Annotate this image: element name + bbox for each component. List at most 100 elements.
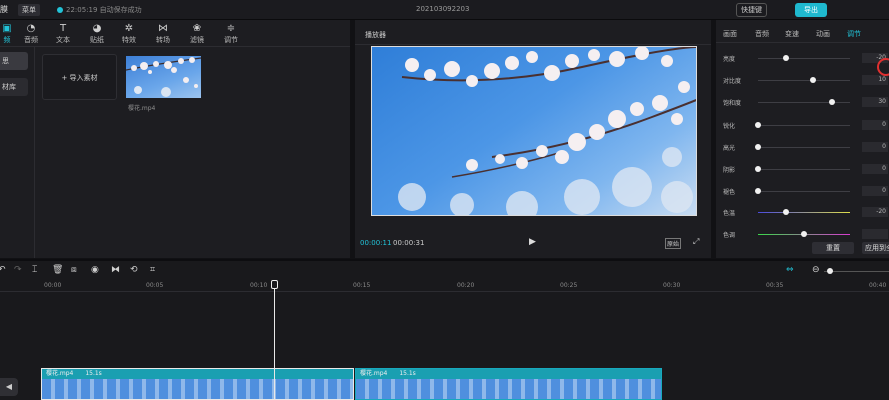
tool-label: 转场 bbox=[156, 36, 170, 44]
reset-button[interactable]: 重置 bbox=[812, 242, 854, 254]
divider bbox=[34, 46, 35, 258]
menu-button[interactable]: 菜单 bbox=[18, 4, 40, 16]
tab-picture[interactable]: 画面 bbox=[723, 29, 737, 39]
slider-track[interactable] bbox=[758, 191, 850, 192]
tool-label: 调节 bbox=[224, 36, 238, 44]
slider-label: 阴影 bbox=[723, 167, 736, 174]
ruler-tick: 00:00 bbox=[44, 282, 62, 289]
rotate-icon[interactable]: ⟲ bbox=[130, 265, 138, 275]
ruler-tick: 00:40 bbox=[869, 282, 887, 289]
transition-icon: ⋈ bbox=[158, 23, 168, 34]
slider-label: 饱和度 bbox=[723, 100, 742, 107]
filter-icon: ❀ bbox=[192, 23, 202, 34]
clip-header: 樱花.mp4 15.1s bbox=[356, 369, 661, 379]
annotation-circle bbox=[877, 58, 889, 76]
tool-sticker[interactable]: ◕ 贴纸 bbox=[82, 23, 112, 45]
slider-value-input[interactable]: -20 bbox=[862, 207, 888, 217]
ruler-tick: 00:10 bbox=[250, 282, 268, 289]
reverse-icon[interactable]: ◉ bbox=[91, 265, 99, 275]
adjust-icon: ≑ bbox=[226, 23, 236, 34]
import-media-button[interactable]: + 导入素材 bbox=[42, 54, 117, 100]
slider-knob[interactable] bbox=[755, 166, 761, 172]
shortcuts-button[interactable]: 快捷键 bbox=[736, 3, 767, 17]
effects-icon: ✲ bbox=[124, 23, 134, 34]
cherry-blossom-video-frame bbox=[398, 47, 696, 215]
tool-adjust[interactable]: ≑ 调节 bbox=[216, 23, 246, 45]
tab-adjust[interactable]: 调节 bbox=[847, 29, 861, 39]
slider-track[interactable] bbox=[758, 125, 850, 126]
ruler-tick: 00:05 bbox=[146, 282, 164, 289]
zoom-slider-knob[interactable] bbox=[827, 268, 833, 274]
side-tab-library[interactable]: 材库 bbox=[0, 78, 28, 96]
apply-all-button[interactable]: 应用到全部 bbox=[862, 242, 889, 254]
media-thumbnail[interactable] bbox=[125, 56, 202, 98]
slider-knob[interactable] bbox=[755, 122, 761, 128]
slider-knob[interactable] bbox=[828, 99, 835, 105]
divider bbox=[355, 44, 711, 45]
snap-icon[interactable]: ⇔ bbox=[786, 265, 794, 275]
volume-icon[interactable]: ◀ bbox=[0, 378, 18, 396]
time-ruler[interactable] bbox=[0, 291, 889, 292]
tool-label: 特效 bbox=[122, 36, 136, 44]
ruler-tick: 00:20 bbox=[457, 282, 475, 289]
tool-audio[interactable]: ◔ 音频 bbox=[16, 23, 46, 45]
slider-value-input[interactable]: 10 bbox=[862, 75, 888, 85]
crop-icon[interactable]: ⌗ bbox=[150, 265, 155, 275]
slider-track[interactable] bbox=[758, 147, 850, 148]
slider-knob[interactable] bbox=[801, 231, 807, 237]
slider-label: 亮度 bbox=[723, 56, 736, 63]
slider-knob[interactable] bbox=[782, 55, 789, 61]
zoom-out-icon[interactable]: ⊖ bbox=[812, 265, 820, 275]
media-file-name: 樱花.mp4 bbox=[128, 105, 156, 112]
video-clip[interactable]: 樱花.mp4 15.1s bbox=[41, 368, 354, 400]
split-icon[interactable]: ⌶ bbox=[32, 265, 37, 275]
tool-label: 贴纸 bbox=[90, 36, 104, 44]
slider-value-input[interactable]: 0 bbox=[862, 120, 888, 130]
slider-value-input[interactable]: 0 bbox=[862, 164, 888, 174]
tool-filter[interactable]: ❀ 滤镜 bbox=[182, 23, 212, 45]
slider-track[interactable] bbox=[758, 169, 850, 170]
slider-track[interactable] bbox=[758, 80, 850, 81]
zoom-slider[interactable] bbox=[824, 271, 889, 272]
tool-label: 滤镜 bbox=[190, 36, 204, 44]
current-time: 00:00:11 bbox=[360, 239, 392, 247]
tab-animation[interactable]: 动画 bbox=[816, 29, 830, 39]
slider-value-input[interactable]: 30 bbox=[862, 97, 888, 107]
slider-knob[interactable] bbox=[782, 209, 789, 215]
delete-icon[interactable]: 🗑 bbox=[52, 265, 63, 275]
mirror-icon[interactable]: ⧓ bbox=[111, 265, 120, 275]
slider-label: 锐化 bbox=[723, 123, 736, 130]
playhead[interactable] bbox=[274, 280, 275, 400]
aspect-ratio-button[interactable]: 原始 bbox=[665, 238, 682, 249]
slider-knob[interactable] bbox=[755, 188, 761, 194]
undo-icon[interactable]: ↶ bbox=[0, 265, 6, 275]
side-tab-local[interactable]: 思 bbox=[0, 52, 28, 70]
slider-value-input[interactable]: 0 bbox=[862, 186, 888, 196]
tab-audio[interactable]: 音频 bbox=[755, 29, 769, 39]
playhead-handle[interactable] bbox=[271, 280, 278, 289]
fullscreen-icon[interactable]: ⤢ bbox=[693, 237, 699, 247]
clip-duration: 15.1s bbox=[399, 370, 416, 377]
tool-transition[interactable]: ⋈ 转场 bbox=[148, 23, 178, 45]
sticker-icon: ◕ bbox=[92, 23, 102, 34]
freeze-icon[interactable]: ⧈ bbox=[71, 265, 77, 275]
blossom-thumbnail-image bbox=[125, 57, 202, 97]
ruler-tick: 00:30 bbox=[663, 282, 681, 289]
slider-value-input[interactable] bbox=[862, 229, 888, 239]
slider-track[interactable] bbox=[758, 212, 850, 213]
play-icon[interactable]: ▶ bbox=[529, 237, 536, 247]
tool-text[interactable]: T 文本 bbox=[48, 23, 78, 45]
clip-name: 樱花.mp4 bbox=[46, 370, 74, 377]
redo-icon[interactable]: ↷ bbox=[14, 265, 22, 275]
export-button[interactable]: 导出 bbox=[795, 3, 827, 17]
slider-track[interactable] bbox=[758, 58, 850, 59]
app-title: 膜 bbox=[0, 5, 8, 14]
video-preview[interactable] bbox=[371, 46, 697, 216]
slider-value-input[interactable]: 0 bbox=[862, 142, 888, 152]
video-clip[interactable]: 樱花.mp4 15.1s bbox=[355, 368, 662, 400]
slider-track[interactable] bbox=[758, 102, 850, 103]
ruler-tick: 00:35 bbox=[766, 282, 784, 289]
slider-knob[interactable] bbox=[755, 144, 761, 150]
tool-effects[interactable]: ✲ 特效 bbox=[114, 23, 144, 45]
tab-speed[interactable]: 变速 bbox=[785, 29, 799, 39]
